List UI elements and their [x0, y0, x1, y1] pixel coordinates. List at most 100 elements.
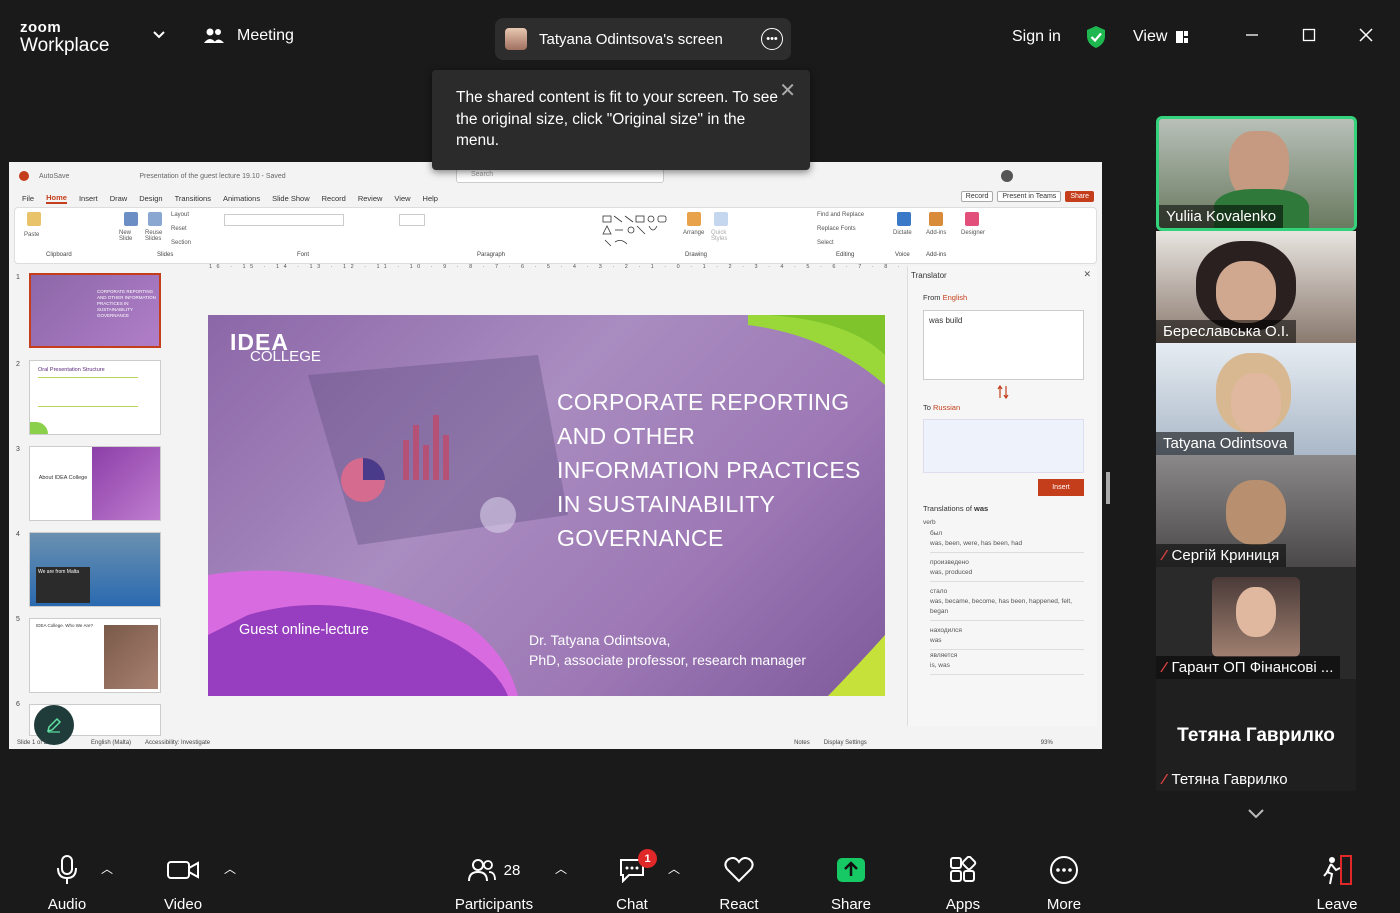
reset-button[interactable]: Reset: [171, 226, 187, 232]
new-slide-icon[interactable]: [124, 212, 138, 226]
close-icon[interactable]: ✕: [779, 80, 796, 103]
sign-in-link[interactable]: Sign in: [1012, 28, 1061, 46]
maximize-icon[interactable]: [1300, 26, 1318, 44]
close-icon[interactable]: ✕: [1083, 269, 1091, 280]
arrange-icon[interactable]: [687, 212, 701, 226]
designer-icon[interactable]: [965, 212, 979, 226]
leave-icon: [1323, 855, 1352, 885]
author-line1: Dr. Tatyana Odintsova,: [529, 632, 671, 648]
audio-options-caret[interactable]: ︿: [101, 860, 113, 877]
shared-screen-pill[interactable]: Tatyana Odintsova's screen •••: [495, 18, 791, 60]
tab-home[interactable]: Home: [46, 193, 67, 204]
reuse-slides-icon[interactable]: [148, 212, 162, 226]
author-block: Dr. Tatyana Odintsova, PhD, associate pr…: [529, 630, 806, 670]
panel-resize-handle[interactable]: [1106, 472, 1110, 504]
react-button[interactable]: React: [712, 838, 766, 913]
audio-button[interactable]: Audio: [40, 838, 94, 913]
shapes-gallery-icon[interactable]: [601, 214, 673, 248]
status-language[interactable]: English (Malta): [91, 740, 131, 746]
tab-draw[interactable]: Draw: [110, 194, 128, 203]
chevron-down-icon[interactable]: [152, 30, 166, 40]
video-options-caret[interactable]: ︿: [224, 860, 236, 877]
tab-review[interactable]: Review: [358, 194, 383, 203]
shield-check-icon[interactable]: [1085, 25, 1107, 49]
status-accessibility[interactable]: Accessibility: Investigate: [145, 740, 210, 746]
shared-screen[interactable]: AutoSave Presentation of the guest lectu…: [9, 162, 1102, 749]
leave-button[interactable]: Leave: [1310, 838, 1364, 913]
tab-file[interactable]: File: [22, 194, 34, 203]
tab-design[interactable]: Design: [139, 194, 162, 203]
group-clipboard: Clipboard: [46, 252, 72, 258]
slide-thumbnails: 1 CORPORATE REPORTING AND OTHER INFORMAT…: [9, 266, 179, 736]
replace-fonts-button[interactable]: Replace Fonts: [817, 226, 856, 232]
tab-insert[interactable]: Insert: [79, 194, 98, 203]
translation-entry[interactable]: произведено was, produced: [930, 558, 1084, 582]
thumbnail-3[interactable]: About IDEA College: [29, 446, 161, 521]
group-addins: Add-ins: [926, 252, 947, 258]
font-name-box[interactable]: [224, 214, 344, 226]
tab-view[interactable]: View: [394, 194, 410, 203]
participant-tile[interactable]: Tatyana Odintsova: [1156, 343, 1356, 455]
display-settings-button[interactable]: Display Settings: [824, 740, 867, 746]
addins-icon[interactable]: [929, 212, 943, 226]
microphone-icon[interactable]: [897, 212, 911, 226]
participant-name: Yuliia Kovalenko: [1159, 205, 1284, 228]
apps-label: Apps: [945, 896, 981, 913]
notes-button[interactable]: Notes: [794, 740, 810, 746]
section-button[interactable]: Section: [171, 240, 191, 246]
thumbnail-4[interactable]: We are from Malta: [29, 532, 161, 607]
tab-animations[interactable]: Animations: [223, 194, 260, 203]
more-options-icon[interactable]: •••: [761, 28, 783, 50]
record-button[interactable]: Record: [960, 191, 994, 202]
participants-count: 28: [503, 861, 521, 879]
tab-slide-show[interactable]: Slide Show: [272, 194, 310, 203]
participant-avatar-text: Тетяна Гаврилко: [1177, 725, 1335, 746]
present-teams-button[interactable]: Present in Teams: [997, 191, 1062, 202]
thumbnail-2[interactable]: Oral Presentation Structure: [29, 360, 161, 435]
from-language[interactable]: English: [943, 293, 968, 302]
apps-button[interactable]: Apps: [936, 838, 990, 913]
participant-tile[interactable]: Береславська О.І.: [1156, 231, 1356, 343]
main-slide[interactable]: IDEA COLLEGE CORPORATE REPORTING AND OTH…: [208, 315, 885, 696]
ppt-share-button[interactable]: Share: [1065, 191, 1094, 202]
more-button[interactable]: More: [1037, 838, 1091, 913]
layout-button[interactable]: Layout: [171, 212, 189, 218]
tab-record[interactable]: Record: [322, 194, 346, 203]
chevron-down-icon[interactable]: [1246, 806, 1266, 820]
translation-entry[interactable]: стало was, became, become, has been, happ…: [930, 587, 1084, 621]
translation-entry[interactable]: был was, been, were, has been, had: [930, 529, 1084, 553]
tab-help[interactable]: Help: [423, 194, 438, 203]
to-language[interactable]: Russian: [933, 403, 960, 412]
translation-entry[interactable]: является is, was: [930, 651, 1084, 675]
paste-icon[interactable]: [27, 212, 41, 226]
bullets-box[interactable]: [399, 214, 425, 226]
translations-word: was: [974, 504, 989, 513]
thumbnail-5[interactable]: IDEA College. Who We Are?: [29, 618, 161, 693]
user-avatar[interactable]: [1001, 170, 1013, 182]
thumbnail-1[interactable]: CORPORATE REPORTING AND OTHER INFORMATIO…: [29, 273, 161, 348]
chat-options-caret[interactable]: ︿: [668, 860, 680, 877]
select-button[interactable]: Select: [817, 240, 834, 246]
participant-tile[interactable]: Yuliia Kovalenko: [1156, 116, 1357, 231]
source-text-box[interactable]: was build: [923, 310, 1084, 380]
close-icon[interactable]: [1357, 26, 1375, 44]
meeting-menu[interactable]: Meeting: [203, 27, 294, 45]
entry-en: was, been, were, has been, had: [930, 540, 1023, 547]
insert-button[interactable]: Insert: [1038, 479, 1084, 496]
participants-options-caret[interactable]: ︿: [555, 860, 567, 877]
tab-transitions[interactable]: Transitions: [175, 194, 211, 203]
view-button[interactable]: View: [1133, 28, 1189, 46]
find-replace-button[interactable]: Find and Replace: [817, 212, 864, 218]
participant-tile[interactable]: ⁄ Гарант ОП Фінансові ...: [1156, 567, 1356, 679]
participant-tile[interactable]: ⁄ Сергій Криниця: [1156, 455, 1356, 567]
swap-arrows-icon[interactable]: [997, 385, 1009, 399]
participants-button[interactable]: 28 Participants: [452, 838, 536, 913]
participant-tile[interactable]: Тетяна Гаврилко ⁄ Тетяна Гаврилко: [1156, 679, 1356, 791]
translation-entry[interactable]: находился was: [930, 626, 1084, 650]
quick-styles-icon[interactable]: [714, 212, 728, 226]
zoom-level[interactable]: 93%: [1041, 740, 1053, 746]
share-screen-button[interactable]: Share: [824, 838, 878, 913]
status-slide: Slide 1 of 2: [17, 739, 48, 746]
video-button[interactable]: Video: [156, 838, 210, 913]
minimize-icon[interactable]: [1243, 26, 1261, 44]
